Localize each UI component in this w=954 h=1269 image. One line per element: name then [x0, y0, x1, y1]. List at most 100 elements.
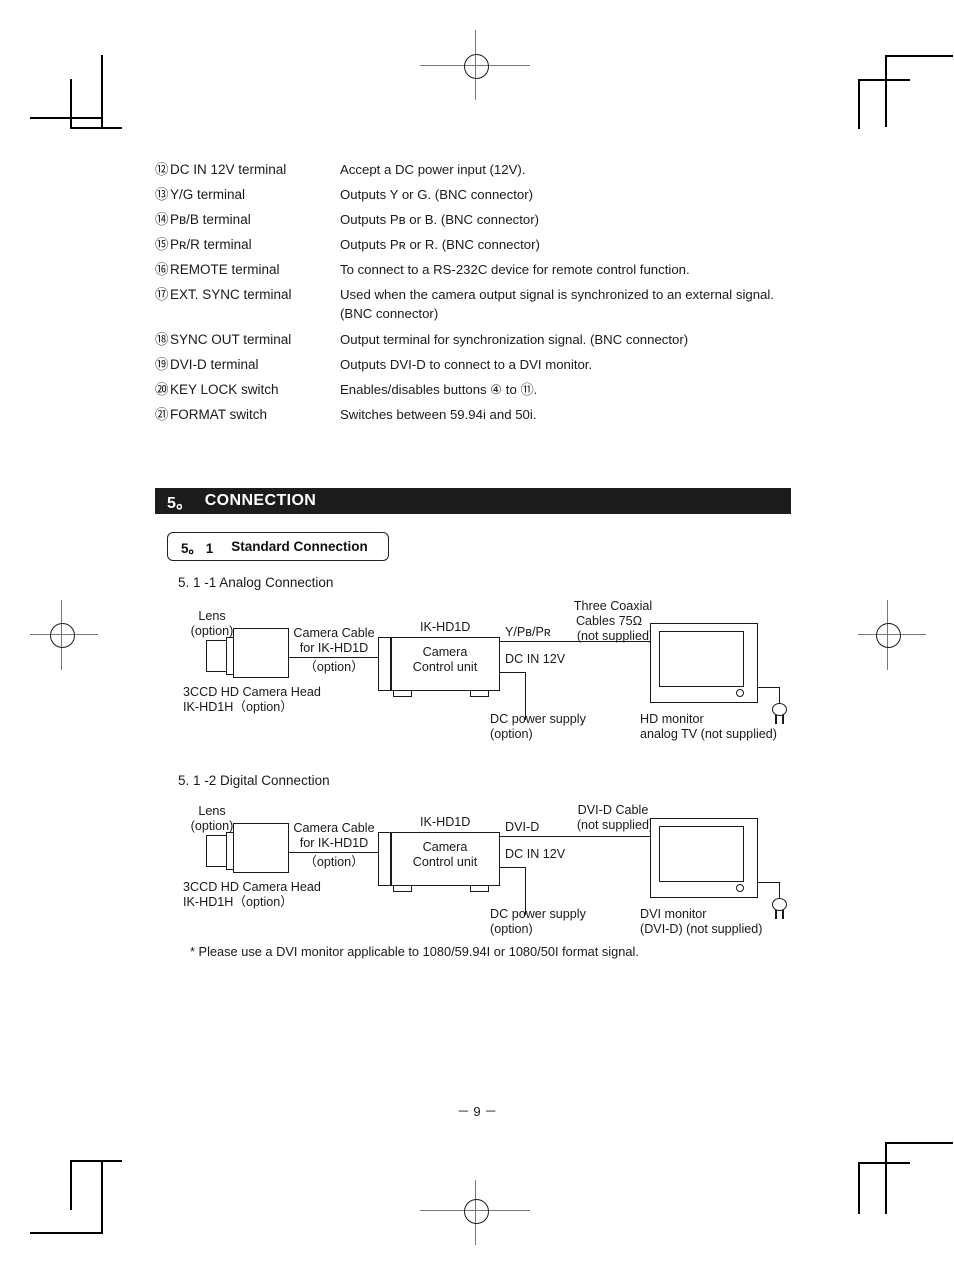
subsection-number: 5。 1 — [181, 540, 214, 556]
terminal-description: Outputs Y or G. (BNC connector) — [340, 187, 534, 202]
ccu-label-line2: Control unit — [412, 855, 478, 869]
ccu-label-line2: Control unit — [412, 660, 478, 674]
terminal-number: ⑫ — [155, 162, 169, 177]
terminal-name: Pʙ/B terminal — [170, 212, 251, 227]
camera-head-label-line2: IK-HD1H（option） — [183, 700, 293, 714]
dvi-monitor-label-line2: (DVI-D) (not supplied) — [640, 922, 763, 936]
dc-power-supply-label-line2: (option) — [490, 922, 533, 936]
dc-power-supply-label-line1: DC power supply — [490, 907, 586, 921]
terminal-description: Switches between 59.94i and 50i. — [340, 407, 537, 422]
hd-monitor-label-line1: HD monitor — [640, 712, 704, 726]
ccu-model-label: IK-HD1D — [420, 815, 471, 829]
hd-monitor-screen — [659, 631, 744, 687]
plug-prong-left — [775, 910, 777, 919]
monitor-power-led-icon — [736, 884, 744, 892]
subsection-pill: 5。 1 Standard Connection — [167, 532, 389, 561]
terminal-number: ⑲ — [155, 357, 169, 372]
section-number: 5。 — [167, 495, 193, 512]
terminal-number: ⑭ — [155, 212, 169, 227]
plug-prong-right — [782, 910, 784, 919]
ccu-label-line1: Camera — [422, 840, 468, 854]
terminal-name: DVI-D terminal — [170, 357, 259, 372]
camera-cable-label-line3: （option） — [304, 660, 364, 674]
terminal-name: EXT. SYNC terminal — [170, 287, 292, 302]
ccu-front-panel-divider — [390, 638, 392, 690]
camera-cable-line — [289, 657, 378, 659]
camera-head-label-line1: 3CCD HD Camera Head — [183, 685, 321, 699]
document-page: ⑫ DC IN 12V terminal Accept a DC power i… — [0, 0, 954, 1269]
section-banner: 5。 CONNECTION — [155, 488, 791, 514]
terminal-description: Outputs Pʀ or R. (BNC connector) — [340, 237, 540, 252]
lens-label-line1: Lens — [198, 804, 226, 818]
monitor-power-cable-horizontal — [758, 882, 780, 884]
dvi-out-label: DVI-D — [505, 820, 540, 834]
ccu-foot-right — [470, 691, 489, 697]
camera-head-body — [233, 823, 289, 873]
component-out-label: Y/Pʙ/Pʀ — [505, 625, 551, 640]
camera-cable-label-line2: for IK-HD1D — [299, 641, 369, 655]
terminal-name: SYNC OUT terminal — [170, 332, 292, 347]
dc-power-supply-label-line2: (option) — [490, 727, 533, 741]
terminal-name: Pʀ/R terminal — [170, 237, 252, 252]
dc-cable-horizontal — [500, 867, 526, 869]
ccu-foot-left — [393, 886, 412, 892]
terminal-description: To connect to a RS-232C device for remot… — [340, 262, 690, 277]
subsection-title: Standard Connection — [231, 539, 368, 554]
hd-monitor-label-line2: analog TV (not supplied) — [640, 727, 777, 741]
camera-cable-label-line1: Camera Cable — [293, 821, 375, 835]
terminal-number: ⑬ — [155, 187, 169, 202]
analog-connection-heading: 5. 1 -1 Analog Connection — [178, 575, 334, 590]
camera-head-label-line1: 3CCD HD Camera Head — [183, 880, 321, 894]
dc-power-supply-label-line1: DC power supply — [490, 712, 586, 726]
dc-in-label: DC IN 12V — [505, 847, 566, 861]
registration-mark-right — [856, 600, 926, 670]
dvi-monitor-screen — [659, 826, 744, 882]
terminal-name: REMOTE terminal — [170, 262, 280, 277]
crop-mark-bottom-left — [20, 1140, 160, 1250]
terminal-number: ㉑ — [155, 407, 169, 422]
terminal-row: ⑱ SYNC OUT terminal Output terminal for … — [155, 330, 815, 355]
camera-head-body — [233, 628, 289, 678]
terminal-number: ⑮ — [155, 237, 169, 252]
registration-mark-bottom — [420, 1180, 540, 1265]
dvi-monitor-label-line1: DVI monitor — [640, 907, 707, 921]
lens-label-line1: Lens — [198, 609, 226, 623]
ccu-front-panel-divider — [390, 833, 392, 885]
camera-cable-line — [289, 852, 378, 854]
dvi-cable-label-line1: DVI-D Cable — [577, 803, 649, 817]
ccu-foot-right — [470, 886, 489, 892]
terminal-row: ⑯ REMOTE terminal To connect to a RS-232… — [155, 260, 815, 285]
ccu-foot-left — [393, 691, 412, 697]
footnote: * Please use a DVI monitor applicable to… — [190, 944, 639, 959]
terminal-name: Y/G terminal — [170, 187, 246, 202]
terminal-row: ⑬ Y/G terminal Outputs Y or G. (BNC conn… — [155, 185, 815, 210]
terminal-description: Outputs Pʙ or B. (BNC connector) — [340, 212, 540, 227]
terminal-row: ㉑ FORMAT switch Switches between 59.94i … — [155, 405, 815, 430]
terminal-name: KEY LOCK switch — [170, 382, 279, 397]
terminal-name: DC IN 12V terminal — [170, 162, 287, 177]
terminal-list: ⑫ DC IN 12V terminal Accept a DC power i… — [155, 160, 815, 430]
terminal-description-line2: (BNC connector) — [340, 306, 439, 321]
terminal-number: ⑰ — [155, 287, 169, 302]
crop-mark-top-right — [840, 20, 953, 140]
terminal-row: ⑮ Pʀ/R terminal Outputs Pʀ or R. (BNC co… — [155, 235, 815, 260]
monitor-power-led-icon — [736, 689, 744, 697]
dc-cable-horizontal — [500, 672, 526, 674]
terminal-row: ⑲ DVI-D terminal Outputs DVI-D to connec… — [155, 355, 815, 380]
page-number: － 9 － — [456, 1104, 498, 1119]
terminal-name: FORMAT switch — [170, 407, 268, 422]
ccu-model-label: IK-HD1D — [420, 620, 471, 634]
camera-cable-label-line2: for IK-HD1D — [299, 836, 369, 850]
registration-mark-top — [420, 25, 540, 105]
lens-body — [206, 835, 228, 867]
coax-label-line2: Cables 75Ω — [575, 614, 643, 628]
terminal-row: ⑰ EXT. SYNC terminal Used when the camer… — [155, 285, 815, 330]
lens-body — [206, 640, 228, 672]
terminal-description: Used when the camera output signal is sy… — [340, 287, 774, 302]
ccu-label-line1: Camera — [422, 645, 468, 659]
plug-prong-left — [775, 715, 777, 724]
registration-mark-left — [30, 600, 100, 670]
terminal-description: Output terminal for synchronization sign… — [340, 332, 689, 347]
crop-mark-bottom-right — [840, 1142, 953, 1260]
plug-prong-right — [782, 715, 784, 724]
